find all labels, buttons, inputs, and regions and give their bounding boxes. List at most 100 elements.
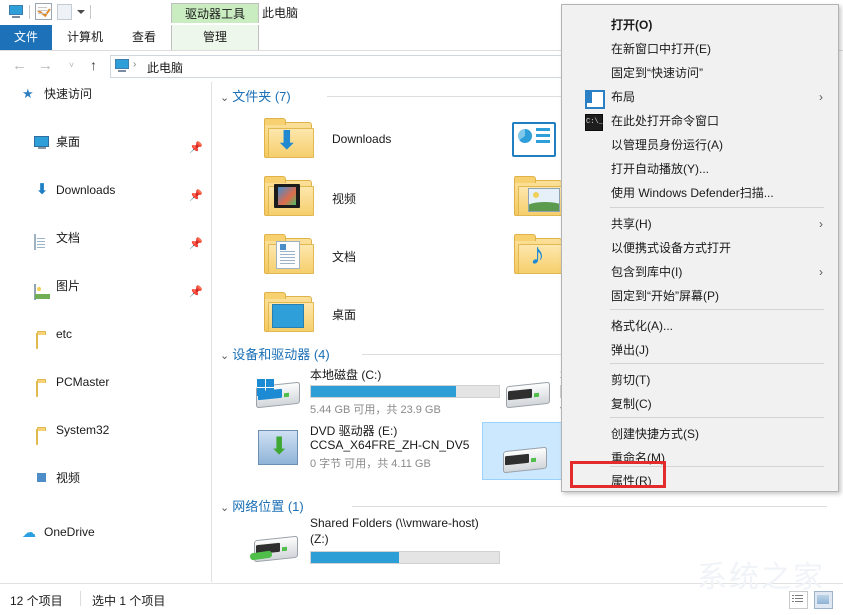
list-item-desktop[interactable]: 桌面 xyxy=(232,286,482,344)
this-pc-icon[interactable] xyxy=(8,4,24,19)
back-button[interactable]: ← xyxy=(10,56,29,75)
menu-item-layout[interactable]: 布局 › xyxy=(563,85,839,109)
list-item-documents[interactable]: 文档 xyxy=(232,228,482,286)
properties-icon[interactable] xyxy=(35,3,52,20)
folder-icon xyxy=(36,329,52,349)
navigation-pane[interactable]: ★ 快速访问 桌面 📌 ⬇ Downloads 📌 文档 📌 图片 📌 etc … xyxy=(0,82,212,582)
command-prompt-icon: C:\_ xyxy=(585,114,603,131)
item-label: 桌面 xyxy=(332,308,357,322)
item-label-secondary: (Z:) xyxy=(310,532,329,546)
menu-item-run-as-administrator[interactable]: 以管理员身份运行(A) xyxy=(563,133,839,157)
menu-item-cut[interactable]: 剪切(T) xyxy=(563,368,839,392)
folder-videos-icon xyxy=(262,176,314,218)
sidebar-item-system32[interactable]: System32 xyxy=(0,418,211,445)
menu-item-open-autoplay[interactable]: 打开自动播放(Y)... xyxy=(563,157,839,181)
menu-item-open-new-window[interactable]: 在新窗口中打开(E) xyxy=(563,37,839,61)
address-input[interactable]: › 此电脑 xyxy=(110,55,567,78)
group-header-devices[interactable]: ⌄ 设备和驱动器 (4) xyxy=(220,344,330,363)
item-label: 视频 xyxy=(332,192,357,206)
sidebar-item-label: Downloads xyxy=(56,183,116,197)
item-label: 本地磁盘 (C:) xyxy=(310,368,382,382)
forward-button[interactable]: → xyxy=(36,56,55,75)
documents-icon xyxy=(34,230,50,250)
list-item-videos[interactable]: 视频 xyxy=(232,170,482,228)
this-pc-icon-small xyxy=(115,59,129,72)
pin-icon[interactable]: 📌 xyxy=(189,280,203,298)
qat-divider-2 xyxy=(90,4,91,19)
item-count-label: 12 个项目 xyxy=(10,594,63,608)
capacity-bar xyxy=(310,551,500,564)
downloads-icon: ⬇ xyxy=(35,181,49,198)
menu-item-scan-with-defender[interactable]: 使用 Windows Defender扫描... xyxy=(563,181,839,205)
video-icon xyxy=(34,471,50,487)
menu-item-open[interactable]: 打开(O) xyxy=(563,13,839,37)
sidebar-item-videos[interactable]: 视频 xyxy=(0,466,211,490)
breadcrumb[interactable]: 此电脑 xyxy=(147,59,183,76)
sidebar-item-pcmaster[interactable]: PCMaster xyxy=(0,370,211,397)
sidebar-item-label: PCMaster xyxy=(56,375,110,389)
details-view-button[interactable] xyxy=(789,591,808,609)
window-title: 此电脑 xyxy=(262,6,299,20)
context-menu[interactable]: 打开(O) 在新窗口中打开(E) 固定到“快速访问” 布局 › C:\_ 在此处… xyxy=(561,4,839,492)
up-button[interactable]: ↑ xyxy=(84,56,103,75)
tab-computer[interactable]: 计算机 xyxy=(52,25,118,50)
menu-item-open-as-portable-device[interactable]: 以便携式设备方式打开 xyxy=(563,236,839,260)
sidebar-item-label: 桌面 xyxy=(56,135,81,149)
chevron-down-icon[interactable] xyxy=(77,9,85,14)
menu-item-pin-to-quick-access[interactable]: 固定到“快速访问” xyxy=(563,61,839,85)
list-item-dvd-drive-e[interactable]: ⬇ DVD 驱动器 (E:) CCSA_X64FRE_ZH-CN_DV5 0 字… xyxy=(232,422,482,478)
new-folder-icon[interactable] xyxy=(57,3,72,20)
folder-icon xyxy=(36,425,52,445)
list-item-downloads[interactable]: ⬇ Downloads xyxy=(232,112,482,170)
sidebar-item-onedrive[interactable]: ☁ OneDrive xyxy=(0,520,211,544)
item-label: Shared Folders (\\vmware-host) xyxy=(310,516,479,530)
chevron-down-icon: ⌄ xyxy=(220,502,230,514)
sidebar-item-documents[interactable]: 文档 📌 xyxy=(0,226,211,250)
menu-item-eject[interactable]: 弹出(J) xyxy=(563,338,839,362)
sidebar-item-label: etc xyxy=(56,327,73,341)
sidebar-item-desktop[interactable]: 桌面 📌 xyxy=(0,130,211,154)
menu-item-open-command-window[interactable]: C:\_ 在此处打开命令窗口 xyxy=(563,109,839,133)
menu-item-include-in-library[interactable]: 包含到库中(I) › xyxy=(563,260,839,284)
sidebar-item-label: System32 xyxy=(56,423,110,437)
sidebar-item-quick-access[interactable]: ★ 快速访问 xyxy=(0,82,211,106)
pin-icon[interactable]: 📌 xyxy=(189,184,203,202)
menu-item-create-shortcut[interactable]: 创建快捷方式(S) xyxy=(563,422,839,446)
item-label-secondary: CCSA_X64FRE_ZH-CN_DV5 xyxy=(310,438,470,452)
menu-separator xyxy=(610,207,824,208)
onedrive-icon: ☁ xyxy=(22,524,36,540)
menu-item-share[interactable]: 共享(H) › xyxy=(563,212,839,236)
qat-divider-1 xyxy=(29,4,30,19)
recent-locations-button[interactable]: ˅ xyxy=(62,56,81,75)
navigation-tree: ★ 快速访问 桌面 📌 ⬇ Downloads 📌 文档 📌 图片 📌 etc … xyxy=(0,82,211,540)
sidebar-item-label: 快速访问 xyxy=(44,87,93,101)
large-icons-view-button[interactable] xyxy=(814,591,833,609)
breadcrumb-separator: › xyxy=(133,59,137,70)
tab-file[interactable]: 文件 xyxy=(0,25,52,50)
status-divider xyxy=(80,591,81,606)
sidebar-item-etc[interactable]: etc xyxy=(0,322,211,349)
menu-item-format[interactable]: 格式化(A)... xyxy=(563,314,839,338)
dvd-icon: ⬇ xyxy=(258,430,298,465)
chevron-down-icon: ⌄ xyxy=(220,350,230,362)
network-drive-icon xyxy=(249,530,300,564)
list-item-local-disk-c[interactable]: 本地磁盘 (C:) 5.44 GB 可用，共 23.9 GB xyxy=(232,364,500,420)
folder-icon xyxy=(36,377,52,397)
item-label: Downloads xyxy=(332,132,392,146)
folder-downloads-icon: ⬇ xyxy=(262,118,314,160)
quick-access-toolbar xyxy=(8,3,91,20)
group-header-folders[interactable]: ⌄ 文件夹 (7) xyxy=(220,86,291,105)
tab-view[interactable]: 查看 xyxy=(118,25,170,50)
group-header-network[interactable]: ⌄ 网络位置 (1) xyxy=(220,496,304,515)
sidebar-item-pictures[interactable]: 图片 📌 xyxy=(0,274,211,300)
list-item-shared-folders[interactable]: Shared Folders (\\vmware-host) (Z:) xyxy=(232,514,502,572)
item-label: DVD 驱动器 (E:) xyxy=(310,424,398,438)
view-mode-buttons xyxy=(789,591,833,609)
menu-item-pin-to-start[interactable]: 固定到“开始”屏幕(P) xyxy=(563,284,839,308)
pin-icon[interactable]: 📌 xyxy=(189,232,203,250)
pin-icon[interactable]: 📌 xyxy=(189,136,203,154)
menu-item-copy[interactable]: 复制(C) xyxy=(563,392,839,416)
sidebar-item-downloads[interactable]: ⬇ Downloads 📌 xyxy=(0,178,211,203)
drive-icon xyxy=(504,376,552,410)
tab-manage[interactable]: 管理 xyxy=(171,25,259,50)
